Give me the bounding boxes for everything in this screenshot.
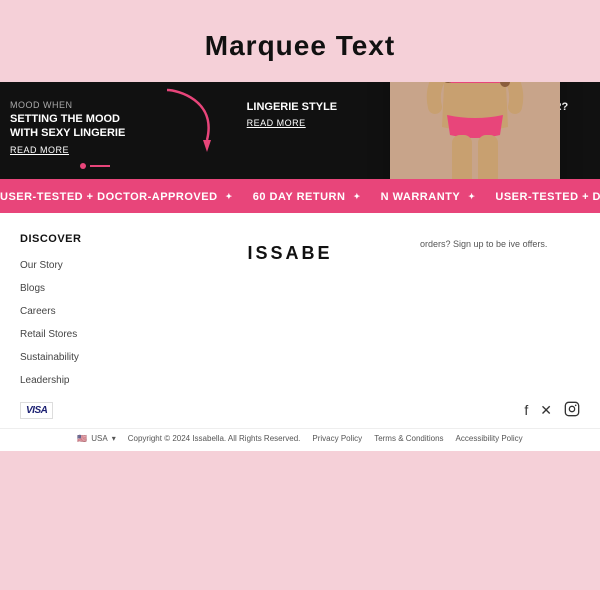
diamond-3: ✦ <box>468 192 475 201</box>
footer-center: ISSABE <box>160 233 420 393</box>
footer-link-1[interactable]: Our Story <box>20 255 160 273</box>
marquee-item-3: N WARRANTY ✦ <box>381 191 476 203</box>
product-card: ♡ OFF • HOT ITEM • HOT SALE 20% OFF • HO… <box>390 82 560 179</box>
model-svg <box>390 82 560 179</box>
marquee-content: USER-TESTED + DOCTOR-APPROVED ✦ 60 DAY R… <box>0 191 600 203</box>
visa-icon: VISA <box>20 402 53 419</box>
country-label: USA <box>91 434 107 443</box>
twitter-icon[interactable]: ✕ <box>540 402 552 419</box>
terms-link[interactable]: Terms & Conditions <box>374 434 443 443</box>
footer-link-3[interactable]: Careers <box>20 301 160 319</box>
footer-left: DISCOVER Our Story Blogs Careers Retail … <box>20 233 160 393</box>
footer-link-4[interactable]: Retail Stores <box>20 324 160 342</box>
footer-link-6[interactable]: Leadership <box>20 370 160 388</box>
facebook-icon[interactable]: f <box>524 402 528 418</box>
dot-1 <box>80 163 86 169</box>
blog-title-1: SETTING THE MOOD WITH SEXY LINGERIE <box>10 112 147 141</box>
accessibility-link[interactable]: Accessibility Policy <box>456 434 523 443</box>
footer-bottom-row: VISA f ✕ <box>0 393 600 428</box>
marquee-bar: USER-TESTED + DOCTOR-APPROVED ✦ 60 DAY R… <box>0 179 600 213</box>
country-selector[interactable]: 🇺🇸 USA ▾ <box>77 434 115 443</box>
social-icons: f ✕ <box>524 401 580 420</box>
footer-link-5[interactable]: Sustainability <box>20 347 160 365</box>
black-section: MoOd WHEN SETTING THE MOOD WITH SEXY LIN… <box>0 82 600 179</box>
diamond-2: ✦ <box>353 192 360 201</box>
instagram-icon[interactable] <box>564 401 580 420</box>
blog-label-1: MoOd WHEN <box>10 100 147 110</box>
read-more-2[interactable]: READ MORE <box>247 118 384 128</box>
footer-link-2[interactable]: Blogs <box>20 278 160 296</box>
marquee-item-4: USER-TESTED + DOCTOR-APPROVED ✦ <box>495 191 600 203</box>
blog-title-2: LINGERIE STYLE <box>247 100 384 114</box>
flag-emoji: 🇺🇸 <box>77 434 87 443</box>
blog-item-1: MoOd WHEN SETTING THE MOOD WITH SEXY LIN… <box>10 100 147 155</box>
marquee-item-2: 60 DAY RETURN ✦ <box>253 191 361 203</box>
footer-discover-heading: DISCOVER <box>20 233 160 245</box>
chevron-down-icon[interactable]: ▾ <box>112 434 116 443</box>
product-image-area: ♡ <box>390 82 560 179</box>
privacy-policy-link[interactable]: Privacy Policy <box>312 434 362 443</box>
copyright-text: Copyright © 2024 Issabella. All Rights R… <box>128 434 301 443</box>
footer-section: DISCOVER Our Story Blogs Careers Retail … <box>0 213 600 393</box>
blog-item-2: LINGERIE STYLE READ MORE <box>247 100 384 128</box>
dash-1 <box>90 165 110 167</box>
top-section: Marquee Text <box>0 0 600 82</box>
footer-links: Our Story Blogs Careers Retail Stores Su… <box>20 255 160 388</box>
marquee-item-1: USER-TESTED + DOCTOR-APPROVED ✦ <box>0 191 233 203</box>
arrow-icon <box>157 82 237 160</box>
page-title: Marquee Text <box>20 30 580 62</box>
newsletter-text: orders? Sign up to be ive offers. <box>420 239 547 249</box>
footer-logo: ISSABE <box>247 243 332 264</box>
footer-right: orders? Sign up to be ive offers. <box>420 233 580 393</box>
diamond-1: ✦ <box>226 192 233 201</box>
very-bottom: 🇺🇸 USA ▾ Copyright © 2024 Issabella. All… <box>0 428 600 451</box>
read-more-1[interactable]: READ MORE <box>10 145 147 155</box>
